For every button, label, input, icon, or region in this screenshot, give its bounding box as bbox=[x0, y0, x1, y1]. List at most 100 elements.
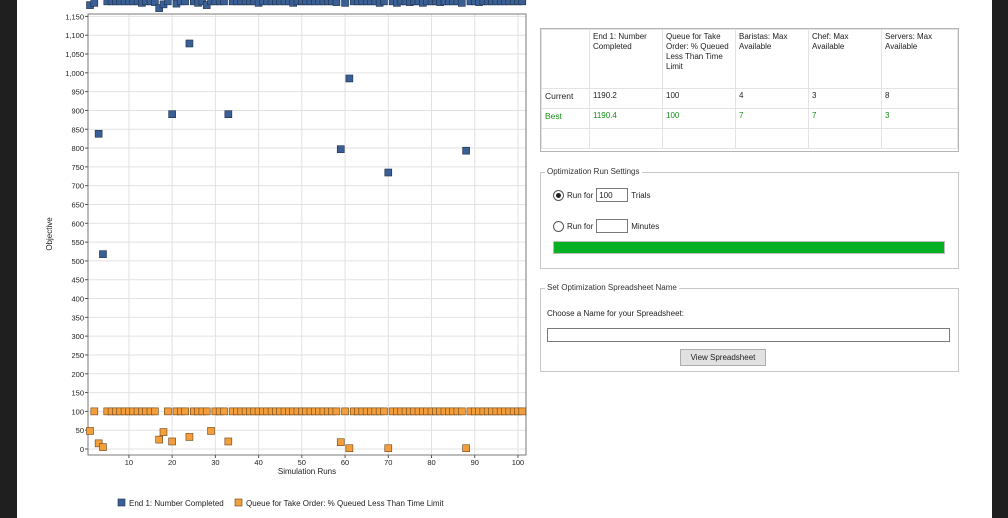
x-tick-label: 10 bbox=[125, 458, 133, 467]
series-2-point bbox=[345, 444, 354, 453]
series-2-point bbox=[181, 407, 189, 416]
series-1-point bbox=[457, 0, 466, 7]
y-tick-label: 700 bbox=[71, 182, 84, 191]
legend-swatch-series-2 bbox=[234, 498, 243, 507]
table-cell: 3 bbox=[808, 88, 882, 109]
trials-unit-label: Trials bbox=[631, 190, 651, 200]
table-cell: 100 bbox=[662, 88, 736, 109]
series-1-point bbox=[380, 0, 388, 6]
results-table-panel: End 1: Number Completed Queue for Take O… bbox=[540, 28, 959, 152]
y-tick-label: 50 bbox=[76, 426, 84, 435]
run-settings-group: Optimization Run Settings Run for 100 Tr… bbox=[540, 167, 959, 269]
y-tick-label: 150 bbox=[71, 389, 84, 398]
run-for-label: Run for bbox=[567, 190, 594, 200]
chart-legend: End 1: Number Completed Queue for Take O… bbox=[117, 498, 444, 508]
y-tick-label: 600 bbox=[71, 219, 84, 228]
table-cell: 4 bbox=[735, 88, 809, 109]
series-1-point bbox=[90, 0, 99, 7]
table-cell: 1190.2 bbox=[589, 88, 663, 109]
y-tick-label: 0 bbox=[80, 445, 84, 454]
table-cell: 8 bbox=[881, 88, 958, 109]
series-1-point bbox=[99, 250, 107, 258]
minutes-radio[interactable] bbox=[553, 220, 564, 232]
series-2-point bbox=[518, 407, 527, 416]
series-2-point bbox=[151, 407, 159, 416]
optimization-progress-bar bbox=[553, 241, 945, 254]
plot-area-border bbox=[87, 13, 527, 456]
table-cell: 7 bbox=[735, 108, 809, 129]
y-axis-ticks: 0 50 100 150 200 250 300 350 400 450 500 550 600 650 7… bbox=[65, 12, 88, 454]
x-tick-label: 70 bbox=[384, 458, 392, 467]
run-for-trials-option[interactable]: Run for 100 Trials bbox=[553, 188, 651, 202]
series-2-point bbox=[457, 407, 466, 416]
series-2-point bbox=[341, 407, 349, 416]
y-tick-label: 1,050 bbox=[65, 50, 84, 59]
series-2-point bbox=[336, 438, 345, 447]
run-settings-title: Optimization Run Settings bbox=[545, 167, 642, 176]
row-label: Best bbox=[541, 108, 590, 129]
run-for-minutes-option[interactable]: Run for Minutes bbox=[553, 219, 659, 233]
series-2-point bbox=[99, 443, 107, 451]
minutes-unit-label: Minutes bbox=[631, 221, 660, 231]
series-2-point bbox=[332, 407, 341, 416]
y-tick-label: 1,000 bbox=[65, 69, 84, 78]
view-spreadsheet-button[interactable]: View Spreadsheet bbox=[680, 349, 766, 366]
series-1-point bbox=[220, 0, 228, 6]
results-row-current[interactable]: Current 1190.2 100 4 3 8 bbox=[541, 88, 958, 109]
objective-scatter-chart: 0 50 100 150 200 250 300 350 400 450 500 550 600 650 7… bbox=[45, 0, 527, 508]
results-row-empty bbox=[541, 128, 958, 149]
series-1-point bbox=[345, 74, 354, 83]
row-label: Current bbox=[541, 88, 590, 109]
series-1-point bbox=[518, 0, 527, 6]
series-2-point bbox=[380, 407, 388, 416]
series-2-point bbox=[224, 437, 233, 446]
y-tick-label: 450 bbox=[71, 276, 84, 285]
y-tick-label: 850 bbox=[71, 125, 84, 134]
series-1-point bbox=[462, 146, 470, 155]
y-tick-label: 250 bbox=[71, 351, 84, 360]
x-axis-ticks: 10 20 30 40 50 60 70 80 90 100 bbox=[125, 455, 524, 467]
column-header: Baristas: Max Available bbox=[735, 29, 809, 89]
column-header: Chef: Max Available bbox=[808, 29, 882, 89]
series-2-point bbox=[159, 428, 168, 436]
series-1-point bbox=[341, 0, 349, 7]
table-cell: 7 bbox=[808, 108, 882, 129]
series-1-point bbox=[332, 0, 341, 6]
series-1-point bbox=[336, 145, 345, 153]
results-corner-cell bbox=[541, 29, 590, 89]
minutes-input[interactable] bbox=[596, 219, 629, 233]
y-tick-label: 800 bbox=[71, 144, 84, 153]
x-tick-label: 80 bbox=[427, 458, 435, 467]
y-tick-label: 550 bbox=[71, 238, 84, 247]
y-tick-label: 200 bbox=[71, 370, 84, 379]
spreadsheet-name-input[interactable] bbox=[547, 328, 950, 342]
trials-input[interactable]: 100 bbox=[596, 188, 629, 202]
series-2-point bbox=[86, 427, 94, 435]
table-cell: 3 bbox=[881, 108, 958, 129]
x-tick-label: 20 bbox=[168, 458, 176, 467]
series-2-point bbox=[202, 407, 211, 416]
column-header: Servers: Max Available bbox=[881, 29, 958, 89]
data-points bbox=[86, 0, 527, 453]
x-tick-label: 100 bbox=[512, 458, 525, 467]
series-2-point bbox=[168, 437, 176, 446]
y-tick-label: 750 bbox=[71, 163, 84, 172]
table-cell: 1190.4 bbox=[589, 108, 663, 129]
column-header: Queue for Take Order: % Queued Less Than… bbox=[662, 29, 736, 89]
results-row-best[interactable]: Best 1190.4 100 7 7 3 bbox=[541, 108, 958, 129]
optimization-window: 0 50 100 150 200 250 300 350 400 450 500 550 600 650 7… bbox=[17, 0, 992, 518]
series-2-point bbox=[384, 444, 393, 453]
series-1-point bbox=[384, 168, 393, 177]
trials-radio[interactable] bbox=[553, 189, 564, 201]
column-header: End 1: Number Completed bbox=[589, 29, 663, 89]
results-header-row: End 1: Number Completed Queue for Take O… bbox=[541, 29, 958, 89]
series-2-point bbox=[90, 407, 99, 416]
y-tick-label: 1,150 bbox=[65, 12, 84, 21]
x-axis-label: Simulation Runs bbox=[278, 467, 336, 476]
series-2-point bbox=[185, 433, 194, 441]
spreadsheet-group-title: Set Optimization Spreadsheet Name bbox=[545, 283, 679, 292]
y-tick-label: 500 bbox=[71, 257, 84, 266]
y-tick-label: 900 bbox=[71, 106, 84, 115]
y-tick-label: 650 bbox=[71, 200, 84, 209]
x-tick-label: 90 bbox=[471, 458, 479, 467]
